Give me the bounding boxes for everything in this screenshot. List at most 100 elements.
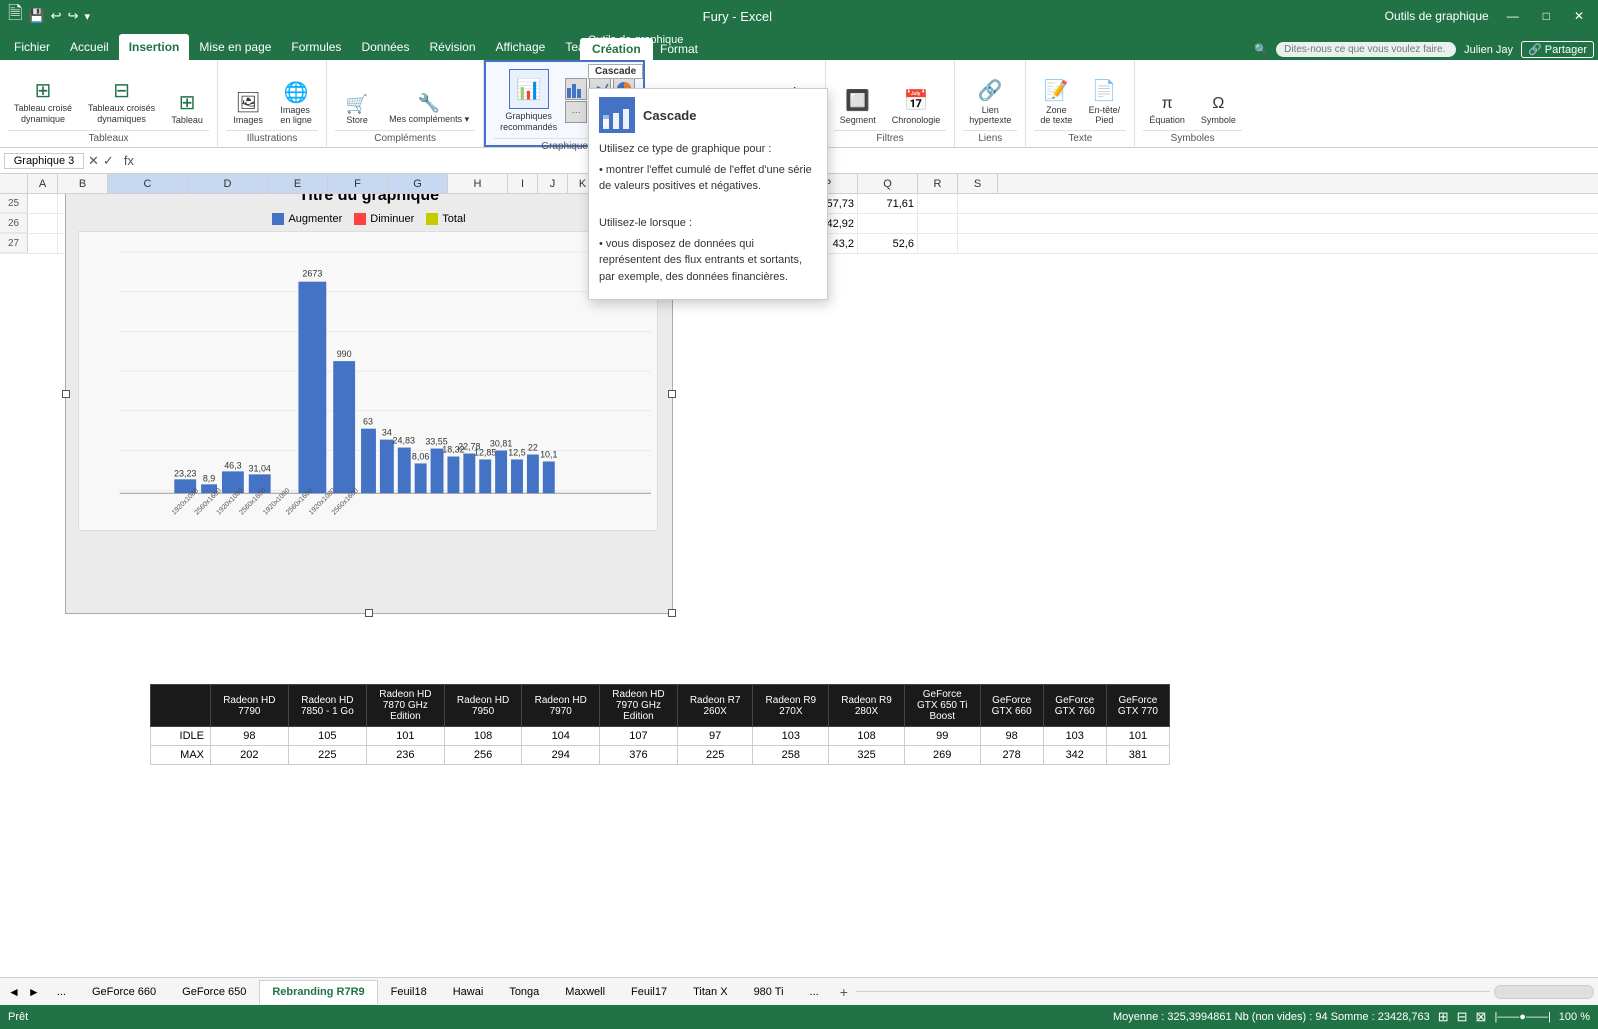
col-G[interactable]: G — [388, 174, 448, 193]
tab-geforce-650[interactable]: GeForce 650 — [169, 980, 259, 1004]
cell-idle-r9270x[interactable]: 103 — [753, 727, 829, 746]
search-input[interactable] — [1276, 42, 1456, 57]
mes-complements-btn[interactable]: 🔧 Mes compléments ▾ — [383, 91, 475, 128]
cell-Q26[interactable] — [858, 214, 918, 233]
cell-max-7950[interactable]: 256 — [444, 746, 522, 765]
cell-max-7850[interactable]: 225 — [288, 746, 366, 765]
close-btn[interactable]: ✕ — [1568, 9, 1590, 23]
tab-fichier[interactable]: Fichier — [4, 34, 60, 60]
view-layout-btn[interactable]: ⊟ — [1457, 1009, 1468, 1025]
cell-idle-7970[interactable]: 104 — [522, 727, 600, 746]
images-enligne-btn[interactable]: 🌐 Imagesen ligne — [274, 80, 318, 128]
cell-max-7870[interactable]: 236 — [367, 746, 445, 765]
cell-idle-gtx660[interactable]: 98 — [980, 727, 1043, 746]
cell-A26[interactable] — [28, 214, 58, 233]
cell-max-7970[interactable]: 294 — [522, 746, 600, 765]
symbole-btn[interactable]: Ω Symbole — [1195, 92, 1242, 128]
col-C[interactable]: C — [108, 174, 188, 193]
tab-feuil18[interactable]: Feuil18 — [378, 980, 440, 1004]
add-sheet-btn[interactable]: + — [832, 982, 856, 1002]
view-page-btn[interactable]: ⊠ — [1476, 1009, 1487, 1025]
cell-max-7970ghz[interactable]: 376 — [600, 746, 678, 765]
tab-980ti[interactable]: 980 Ti — [741, 980, 797, 1004]
tab-accueil[interactable]: Accueil — [60, 34, 119, 60]
tab-feuil17[interactable]: Feuil17 — [618, 980, 680, 1004]
tab-insertion[interactable]: Insertion — [119, 34, 190, 60]
tab-rebranding-r7r9[interactable]: Rebranding R7R9 — [259, 980, 377, 1004]
cell-max-gtx660[interactable]: 278 — [980, 746, 1043, 765]
col-Q[interactable]: Q — [858, 174, 918, 193]
tab-tonga[interactable]: Tonga — [496, 980, 552, 1004]
segment-btn[interactable]: 🔲 Segment — [834, 85, 882, 128]
col-H[interactable]: H — [448, 174, 508, 193]
tab-titan-x[interactable]: Titan X — [680, 980, 740, 1004]
tab-ellipsis-left[interactable]: ... — [44, 980, 79, 1004]
col-D[interactable]: D — [188, 174, 268, 193]
cell-Q25[interactable]: 71,61 — [858, 194, 918, 213]
col-B[interactable]: B — [58, 174, 108, 193]
cell-R25[interactable] — [918, 194, 958, 213]
cell-A27[interactable] — [28, 234, 58, 253]
partager-btn[interactable]: 🔗 Partager — [1521, 41, 1594, 58]
cell-R26[interactable] — [918, 214, 958, 233]
tab-affichage[interactable]: Affichage — [486, 34, 556, 60]
cell-idle-7950[interactable]: 108 — [444, 727, 522, 746]
lien-hypertexte-btn[interactable]: 🔗 Lienhypertexte — [963, 75, 1017, 128]
resize-handle-br[interactable] — [668, 609, 676, 617]
tab-formules[interactable]: Formules — [281, 34, 351, 60]
quick-access-redo[interactable]: ↪ — [68, 8, 79, 24]
chart-container[interactable]: Titre du graphique Augmenter Diminuer To… — [65, 174, 673, 614]
cell-idle-gtx650ti[interactable]: 99 — [904, 727, 980, 746]
tab-hawai[interactable]: Hawai — [440, 980, 497, 1004]
tab-revision[interactable]: Révision — [419, 34, 485, 60]
cell-max-gtx650ti[interactable]: 269 — [904, 746, 980, 765]
col-S[interactable]: S — [958, 174, 998, 193]
tab-format[interactable]: Format — [648, 38, 710, 60]
view-normal-btn[interactable]: ⊞ — [1438, 1009, 1449, 1025]
cell-idle-7970ghz[interactable]: 107 — [600, 727, 678, 746]
chronologie-btn[interactable]: 📅 Chronologie — [886, 85, 947, 128]
fx-icon[interactable]: fx — [118, 153, 140, 168]
cell-idle-7790[interactable]: 98 — [211, 727, 289, 746]
quick-access-save[interactable]: 💾 — [28, 8, 44, 24]
tab-geforce-660[interactable]: GeForce 660 — [79, 980, 169, 1004]
cell-max-r9280x[interactable]: 325 — [829, 746, 905, 765]
tableau-btn[interactable]: ⊞ Tableau — [165, 90, 209, 128]
cell-max-7790[interactable]: 202 — [211, 746, 289, 765]
cell-max-gtx770[interactable]: 381 — [1106, 746, 1169, 765]
cell-A25[interactable] — [28, 194, 58, 213]
quick-access-more[interactable]: ▾ — [84, 10, 90, 23]
col-R[interactable]: R — [918, 174, 958, 193]
chart-scatter-btn[interactable]: ⋯ — [565, 101, 587, 123]
cancel-icon[interactable]: ✕ — [88, 153, 99, 169]
cell-idle-7850[interactable]: 105 — [288, 727, 366, 746]
cell-idle-r7260x[interactable]: 97 — [677, 727, 753, 746]
cell-R27[interactable] — [918, 234, 958, 253]
minimize-btn[interactable]: — — [1501, 9, 1525, 23]
tab-miseenpage[interactable]: Mise en page — [189, 34, 281, 60]
resize-handle-right[interactable] — [668, 390, 676, 398]
cell-idle-r9280x[interactable]: 108 — [829, 727, 905, 746]
col-E[interactable]: E — [268, 174, 328, 193]
tableau-croise-btn[interactable]: ⊞ Tableau croisédynamique — [8, 78, 78, 128]
images-btn[interactable]: 🖼 Images — [226, 90, 270, 128]
tab-maxwell[interactable]: Maxwell — [552, 980, 618, 1004]
cell-Q27[interactable]: 52,6 — [858, 234, 918, 253]
entete-pied-btn[interactable]: 📄 En-tête/Pied — [1082, 75, 1126, 128]
cell-max-r7260x[interactable]: 225 — [677, 746, 753, 765]
tab-nav-prev[interactable]: ◄ — [4, 983, 24, 1001]
quick-access-undo[interactable]: ↩ — [51, 8, 62, 24]
tableaux-croises-btn[interactable]: ⊟ Tableaux croisésdynamiques — [82, 78, 161, 128]
store-btn[interactable]: 🛒 Store — [335, 92, 379, 128]
col-I[interactable]: I — [508, 174, 538, 193]
col-J[interactable]: J — [538, 174, 568, 193]
confirm-icon[interactable]: ✓ — [103, 153, 114, 169]
name-box[interactable] — [4, 153, 84, 169]
tab-ellipsis-right[interactable]: ... — [797, 980, 832, 1004]
maximize-btn[interactable]: □ — [1537, 9, 1556, 23]
col-F[interactable]: F — [328, 174, 388, 193]
cell-idle-gtx770[interactable]: 101 — [1106, 727, 1169, 746]
tab-nav-next[interactable]: ► — [24, 983, 44, 1001]
resize-handle-bottom[interactable] — [365, 609, 373, 617]
cell-max-r9270x[interactable]: 258 — [753, 746, 829, 765]
